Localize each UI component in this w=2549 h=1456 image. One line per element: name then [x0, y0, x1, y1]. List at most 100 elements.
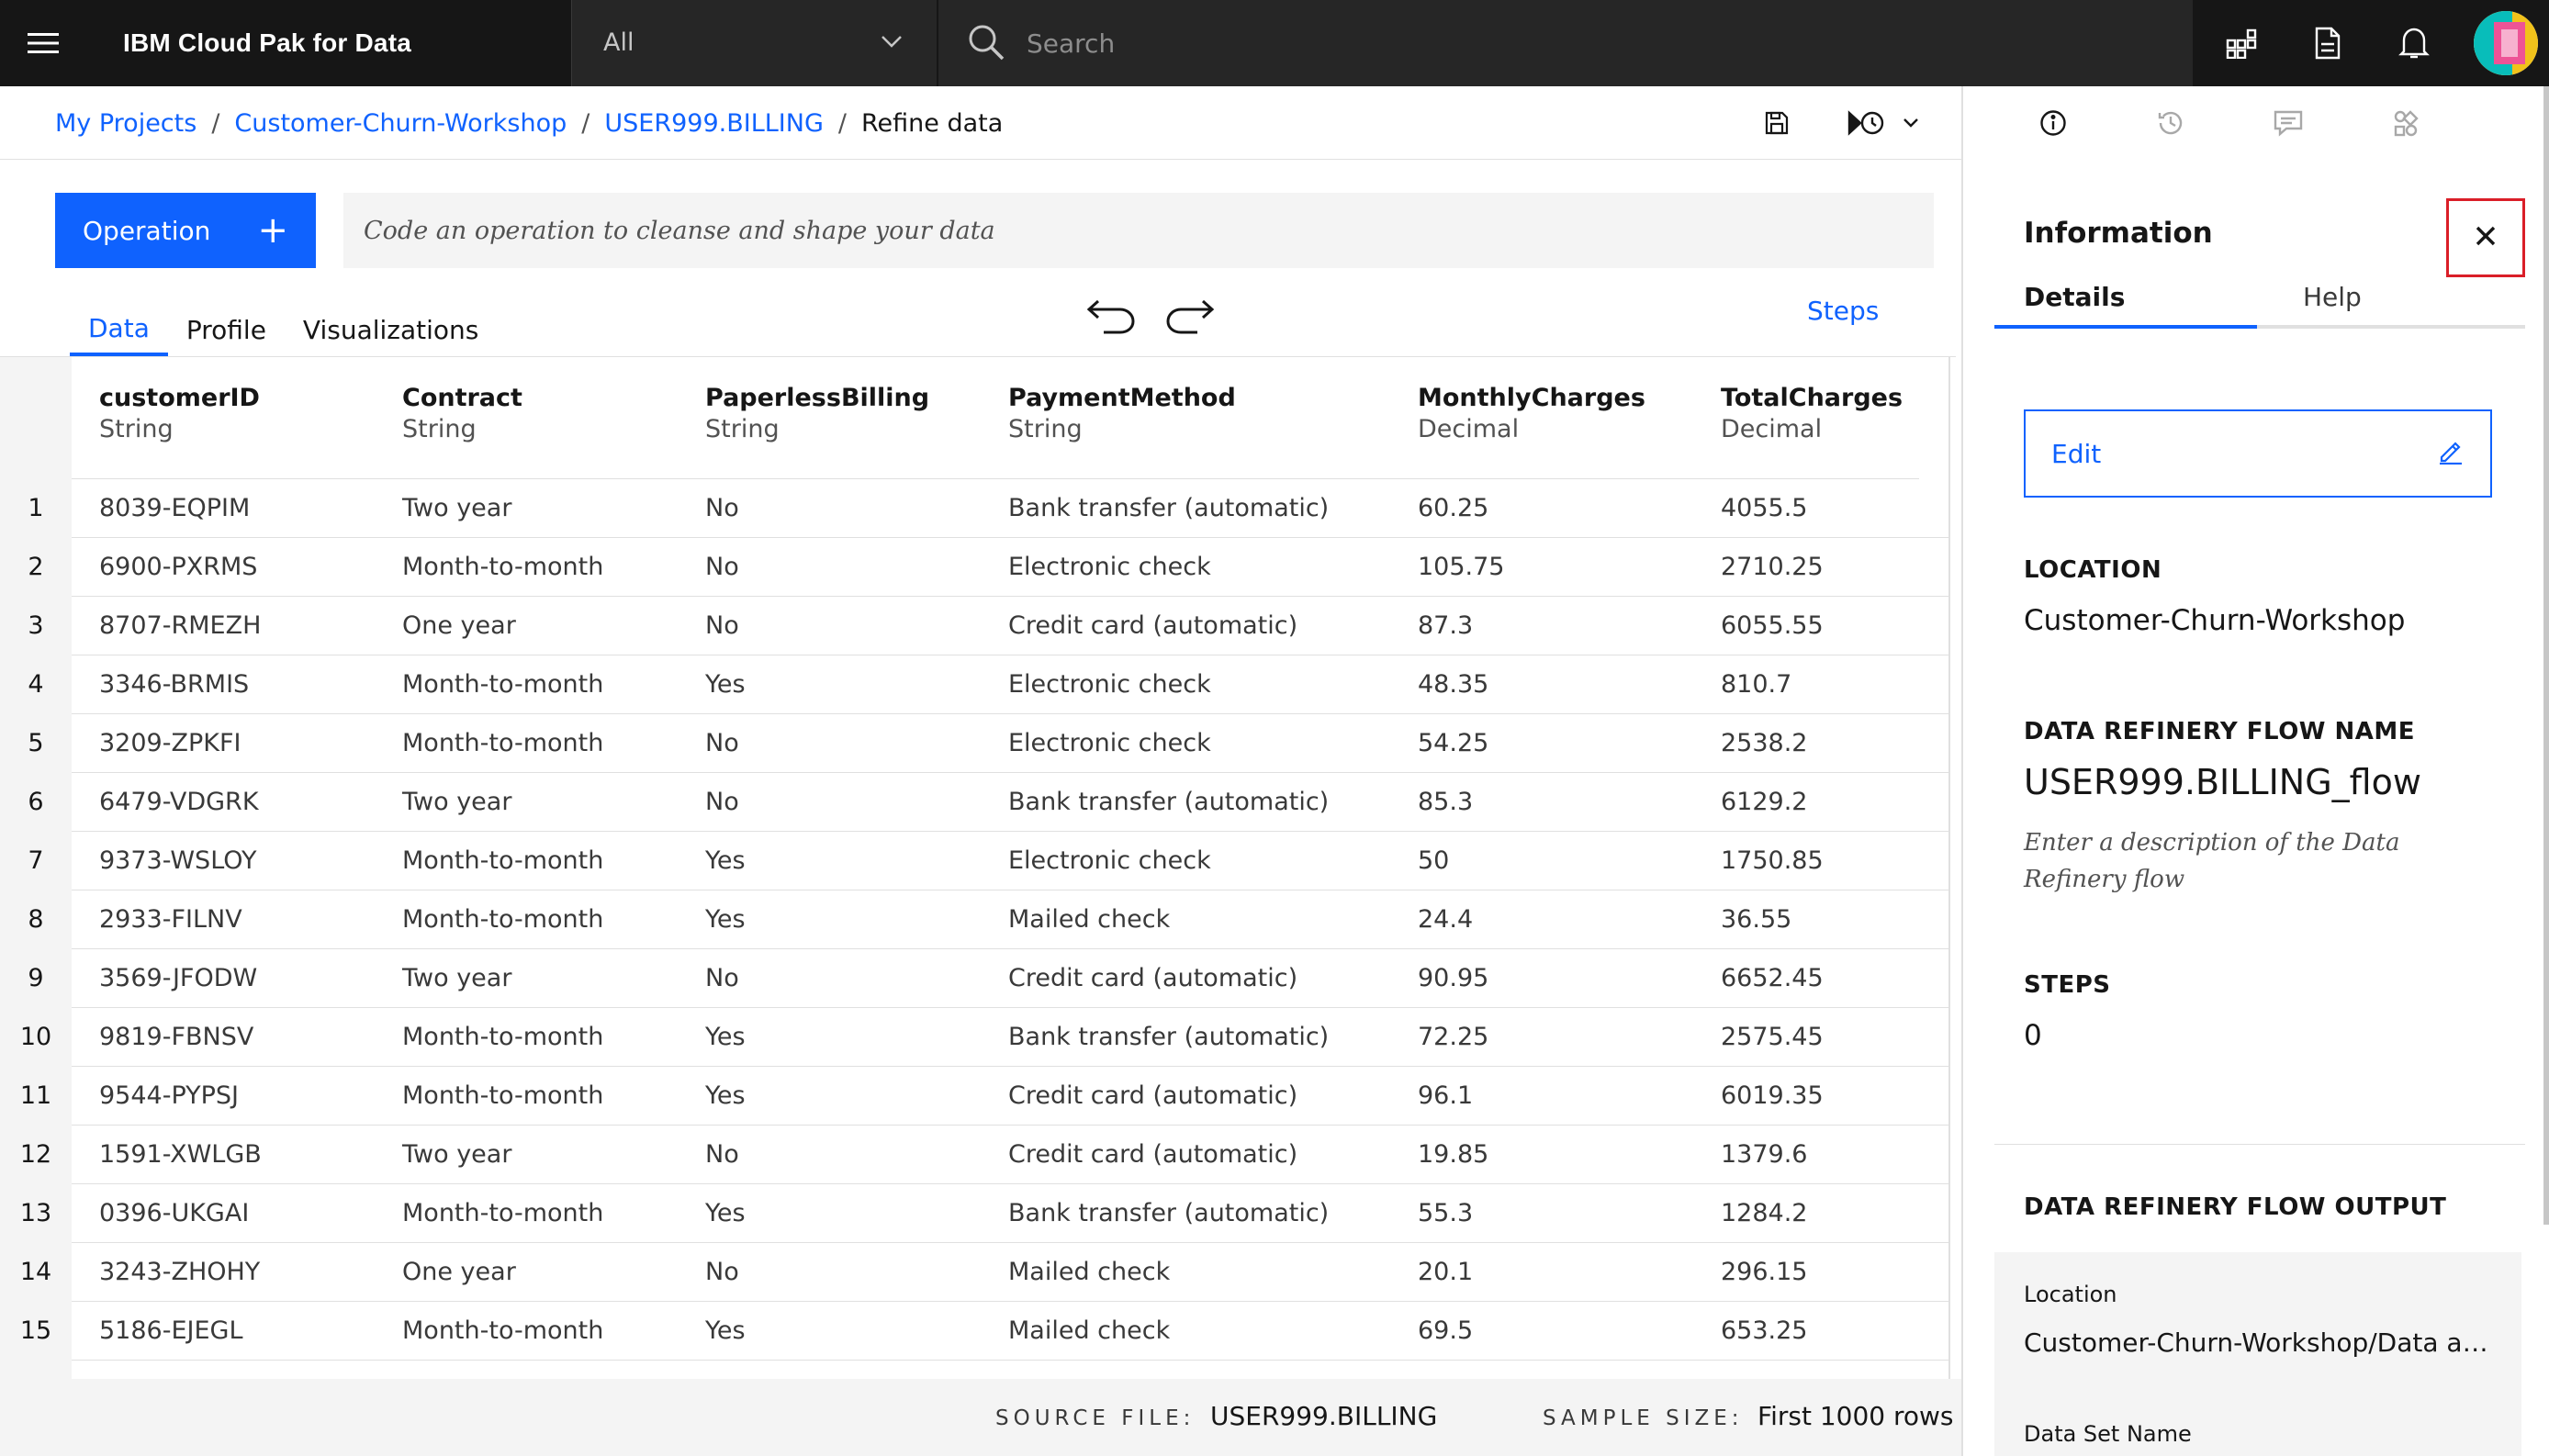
steps-link[interactable]: Steps [1807, 296, 1879, 326]
tab-visualizations[interactable]: Visualizations [285, 303, 497, 356]
table-cell[interactable]: No [705, 597, 739, 655]
table-cell[interactable]: 3569-JFODW [99, 949, 257, 1008]
table-cell[interactable]: Bank transfer (automatic) [1008, 773, 1329, 832]
table-cell[interactable]: 50 [1418, 832, 1449, 890]
save-icon[interactable] [1754, 86, 1800, 160]
table-cell[interactable]: Credit card (automatic) [1008, 949, 1297, 1008]
table-cell[interactable]: 54.25 [1418, 714, 1488, 773]
table-cell[interactable]: Mailed check [1008, 1243, 1170, 1302]
tab-profile[interactable]: Profile [168, 303, 285, 356]
table-row[interactable]: 10 9819-FBNSV Month-to-month Yes Bank transf… [0, 1008, 1956, 1067]
table-cell[interactable]: Bank transfer (automatic) [1008, 1184, 1329, 1243]
table-cell[interactable]: 6019.35 [1721, 1067, 1824, 1126]
tab-data[interactable]: Data [70, 303, 168, 356]
table-cell[interactable]: 19.85 [1418, 1126, 1488, 1184]
table-cell[interactable]: 3209-ZPKFI [99, 714, 241, 773]
table-cell[interactable]: Month-to-month [402, 1302, 603, 1361]
table-cell[interactable]: No [705, 1243, 739, 1302]
table-row[interactable]: 11 9544-PYPSJ Month-to-month Yes Credit card… [0, 1067, 1956, 1126]
column-header[interactable]: PaperlessBilling String [705, 383, 929, 445]
table-cell[interactable]: 1284.2 [1721, 1184, 1807, 1243]
table-row[interactable]: 3 8707-RMEZH One year No Credit card (automa… [0, 597, 1956, 655]
table-cell[interactable]: Month-to-month [402, 832, 603, 890]
table-cell[interactable]: 6652.45 [1721, 949, 1824, 1008]
table-cell[interactable]: Yes [705, 832, 746, 890]
table-cell[interactable]: Two year [402, 479, 511, 538]
table-cell[interactable]: Yes [705, 1008, 746, 1067]
table-cell[interactable]: No [705, 949, 739, 1008]
table-cell[interactable]: 4055.5 [1721, 479, 1807, 538]
table-cell[interactable]: 9819-FBNSV [99, 1008, 253, 1067]
table-cell[interactable]: No [705, 1126, 739, 1184]
run-schedule-icon[interactable] [1842, 86, 1925, 160]
table-cell[interactable]: Two year [402, 949, 511, 1008]
table-cell[interactable]: No [705, 538, 739, 597]
apps-icon[interactable] [2198, 0, 2285, 86]
table-cell[interactable]: 810.7 [1721, 655, 1791, 714]
undo-icon[interactable] [1084, 292, 1139, 340]
menu-icon[interactable] [0, 0, 86, 86]
search-input[interactable] [1027, 0, 2128, 86]
table-cell[interactable]: 6479-VDGRK [99, 773, 259, 832]
table-cell[interactable]: 1750.85 [1721, 832, 1824, 890]
column-header[interactable]: customerID String [99, 383, 260, 445]
document-icon[interactable] [2285, 0, 2371, 86]
table-cell[interactable]: No [705, 479, 739, 538]
table-cell[interactable]: 55.3 [1418, 1184, 1473, 1243]
table-row[interactable]: 5 3209-ZPKFI Month-to-month No Electronic ch… [0, 714, 1956, 773]
table-row[interactable]: 13 0396-UKGAI Month-to-month Yes Bank transf… [0, 1184, 1956, 1243]
info-icon[interactable] [2024, 86, 2083, 160]
table-row[interactable]: 6 6479-VDGRK Two year No Bank transfer (auto… [0, 773, 1956, 832]
table-cell[interactable]: 96.1 [1418, 1067, 1473, 1126]
table-cell[interactable]: Month-to-month [402, 1067, 603, 1126]
table-cell[interactable]: 296.15 [1721, 1243, 1807, 1302]
user-avatar[interactable] [2474, 11, 2538, 75]
table-row[interactable]: 7 9373-WSLOY Month-to-month Yes Electronic c… [0, 832, 1956, 890]
table-cell[interactable]: Yes [705, 655, 746, 714]
table-row[interactable]: 15 5186-EJEGL Month-to-month Yes Mailed chec… [0, 1302, 1956, 1361]
table-cell[interactable]: Month-to-month [402, 1008, 603, 1067]
table-cell[interactable]: 2538.2 [1721, 714, 1807, 773]
breadcrumb-my-projects[interactable]: My Projects [55, 109, 197, 138]
table-row[interactable]: 2 6900-PXRMS Month-to-month No Electronic ch… [0, 538, 1956, 597]
table-cell[interactable]: 85.3 [1418, 773, 1473, 832]
table-cell[interactable]: 1591-XWLGB [99, 1126, 262, 1184]
table-cell[interactable]: 105.75 [1418, 538, 1504, 597]
tab-help[interactable]: Help [2303, 274, 2362, 329]
close-panel-button[interactable] [2446, 198, 2525, 277]
table-cell[interactable]: 6129.2 [1721, 773, 1807, 832]
table-cell[interactable]: Month-to-month [402, 714, 603, 773]
tab-details[interactable]: Details [2024, 274, 2125, 329]
table-cell[interactable]: Two year [402, 773, 511, 832]
table-cell[interactable]: Electronic check [1008, 832, 1211, 890]
table-cell[interactable]: Electronic check [1008, 714, 1211, 773]
comment-icon[interactable] [2259, 86, 2318, 160]
table-cell[interactable]: 69.5 [1418, 1302, 1473, 1361]
settings-adjust-icon[interactable] [2376, 86, 2435, 160]
column-header[interactable]: TotalCharges Decimal [1721, 383, 1903, 445]
table-cell[interactable]: Month-to-month [402, 1184, 603, 1243]
table-cell[interactable]: 20.1 [1418, 1243, 1473, 1302]
table-row[interactable]: 4 3346-BRMIS Month-to-month Yes Electronic c… [0, 655, 1956, 714]
table-cell[interactable]: 6900-PXRMS [99, 538, 257, 597]
table-cell[interactable]: 9373-WSLOY [99, 832, 257, 890]
history-icon[interactable] [2141, 86, 2200, 160]
description-placeholder[interactable]: Enter a description of the Data Refinery… [2024, 824, 2501, 898]
table-cell[interactable]: Month-to-month [402, 538, 603, 597]
column-header[interactable]: PaymentMethod String [1008, 383, 1236, 445]
table-cell[interactable]: Yes [705, 1184, 746, 1243]
column-header[interactable]: Contract String [402, 383, 522, 445]
table-cell[interactable]: 0396-UKGAI [99, 1184, 249, 1243]
table-cell[interactable]: Credit card (automatic) [1008, 1067, 1297, 1126]
table-row[interactable]: 14 3243-ZHOHY One year No Mailed check 20.1 29… [0, 1243, 1956, 1302]
table-cell[interactable]: 36.55 [1721, 890, 1791, 949]
table-row[interactable]: 9 3569-JFODW Two year No Credit card (automa… [0, 949, 1956, 1008]
breadcrumb-project[interactable]: Customer-Churn-Workshop [234, 109, 567, 138]
table-cell[interactable]: 5186-EJEGL [99, 1302, 243, 1361]
table-cell[interactable]: Bank transfer (automatic) [1008, 1008, 1329, 1067]
table-cell[interactable]: No [705, 714, 739, 773]
table-cell[interactable]: No [705, 773, 739, 832]
table-cell[interactable]: Credit card (automatic) [1008, 1126, 1297, 1184]
table-cell[interactable]: 653.25 [1721, 1302, 1807, 1361]
table-cell[interactable]: 60.25 [1418, 479, 1488, 538]
